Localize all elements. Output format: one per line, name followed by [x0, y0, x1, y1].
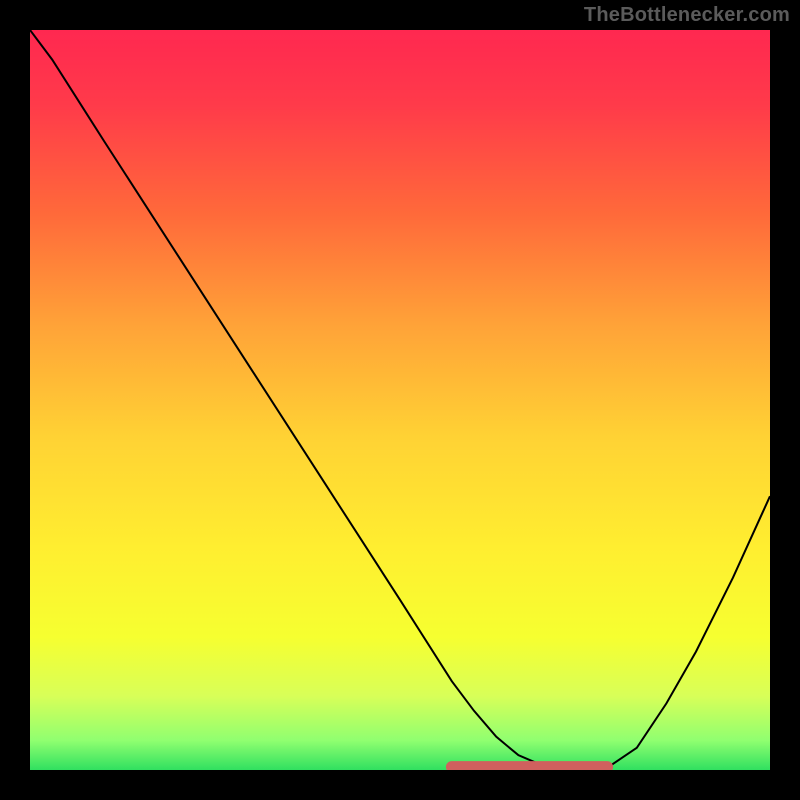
chart-plot-area: [30, 30, 770, 770]
gradient-background: [30, 30, 770, 770]
watermark-text: TheBottlenecker.com: [584, 4, 790, 27]
chart-svg: [30, 30, 770, 770]
